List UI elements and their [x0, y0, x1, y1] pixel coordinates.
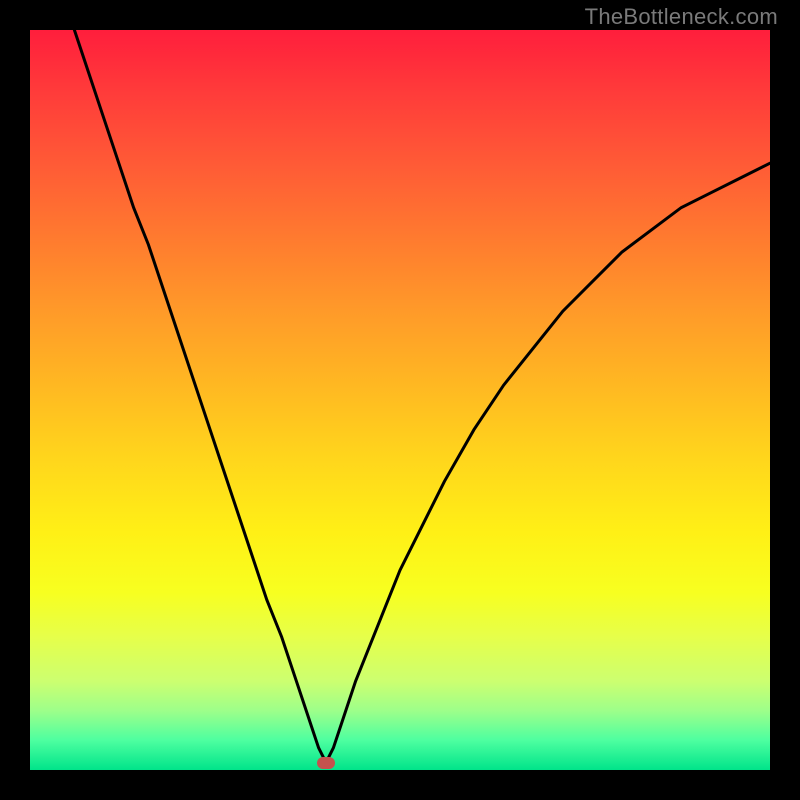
- plot-area: [30, 30, 770, 770]
- bottleneck-curve: [30, 30, 770, 770]
- chart-frame: TheBottleneck.com: [0, 0, 800, 800]
- minimum-marker: [317, 757, 335, 769]
- watermark-text: TheBottleneck.com: [585, 4, 778, 30]
